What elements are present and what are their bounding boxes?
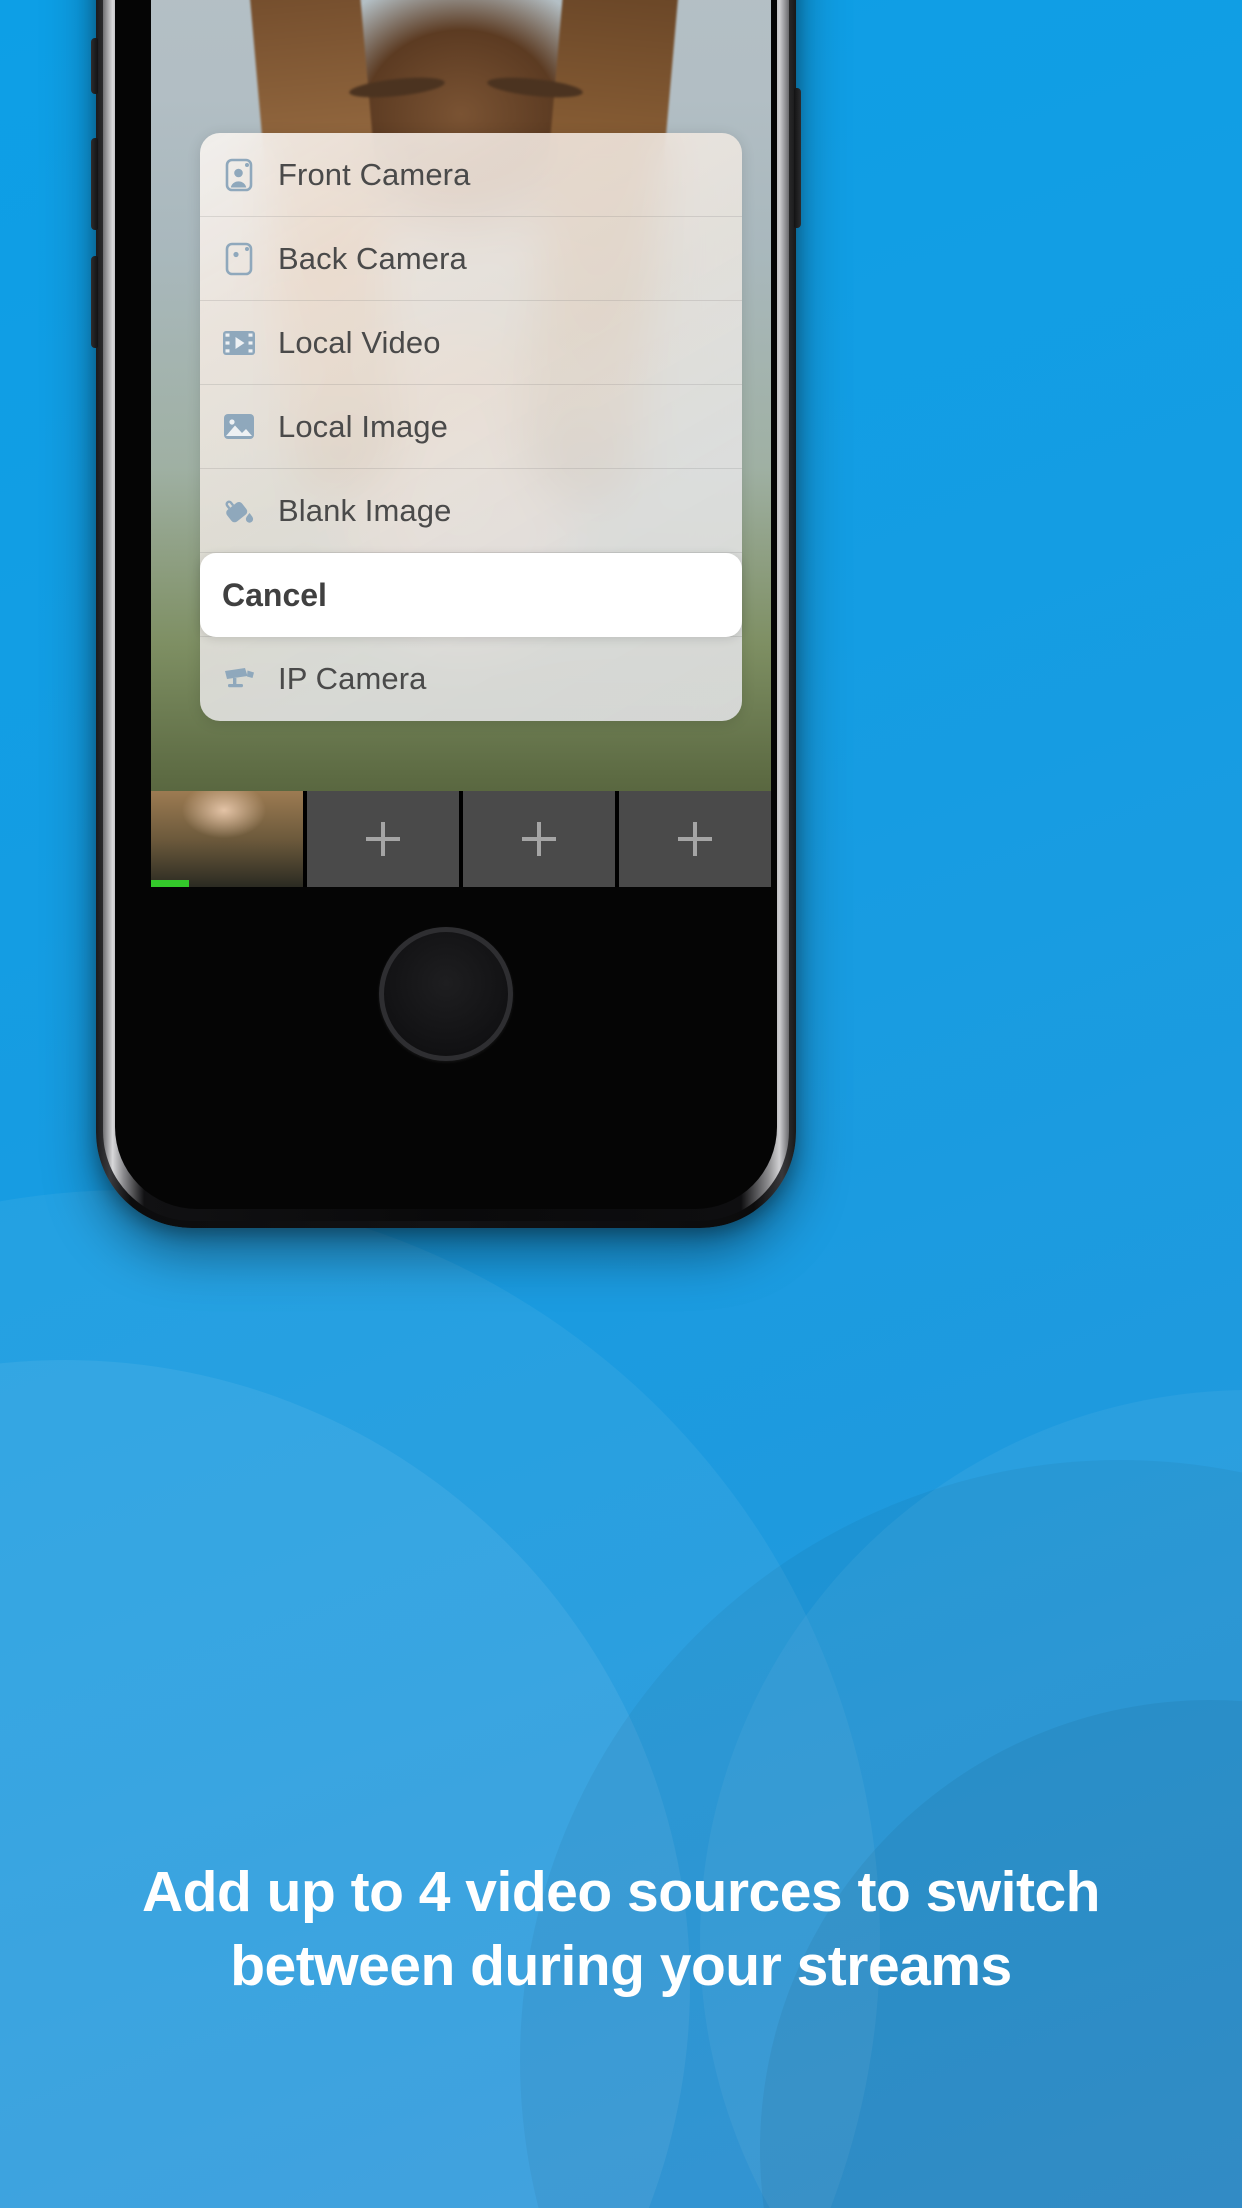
sheet-item-ip-camera[interactable]: IP Camera bbox=[200, 637, 742, 721]
sheet-item-blank-image[interactable]: Blank Image bbox=[200, 469, 742, 553]
sheet-item-local-image[interactable]: Local Image bbox=[200, 385, 742, 469]
plus-icon bbox=[366, 822, 400, 856]
sheet-item-label: IP Camera bbox=[278, 661, 427, 696]
caption-line-1: Add up to 4 video sources to switch bbox=[142, 1860, 1100, 1924]
phone-face: Front Camera Back Camera Local Video Loc… bbox=[115, 0, 777, 1209]
cancel-button[interactable]: Cancel bbox=[200, 553, 742, 637]
thumbnail-slot-add-2[interactable] bbox=[307, 791, 463, 887]
phone-bezel: Front Camera Back Camera Local Video Loc… bbox=[103, 0, 789, 1221]
plus-icon bbox=[678, 822, 712, 856]
sheet-item-label: Back Camera bbox=[278, 240, 467, 276]
sheet-item-label: Local Image bbox=[278, 408, 448, 444]
film-video-icon bbox=[222, 324, 256, 362]
sheet-item-label: Local Video bbox=[278, 324, 441, 360]
sheet-item-label: Blank Image bbox=[278, 492, 452, 528]
volume-up-button[interactable] bbox=[91, 138, 98, 230]
phone-mockup: Front Camera Back Camera Local Video Loc… bbox=[91, 0, 801, 1228]
home-button[interactable] bbox=[379, 927, 513, 1061]
volume-down-button[interactable] bbox=[91, 256, 98, 348]
promo-caption: Add up to 4 video sources to switch betw… bbox=[0, 1855, 1242, 2003]
power-button[interactable] bbox=[794, 88, 801, 228]
ip-camera-icon bbox=[222, 660, 256, 698]
back-camera-icon bbox=[222, 240, 256, 278]
thumbnail-slot-add-4[interactable] bbox=[619, 791, 771, 887]
phone-screen: Front Camera Back Camera Local Video Loc… bbox=[151, 0, 771, 887]
photo-image-icon bbox=[222, 408, 256, 446]
paint-bucket-icon bbox=[222, 492, 256, 530]
thumbnail-slot-add-3[interactable] bbox=[463, 791, 619, 887]
sheet-item-local-video[interactable]: Local Video bbox=[200, 301, 742, 385]
mute-switch[interactable] bbox=[91, 38, 98, 94]
sheet-item-front-camera[interactable]: Front Camera bbox=[200, 133, 742, 217]
recording-progress-bar bbox=[151, 880, 189, 887]
video-source-thumbnail-strip bbox=[151, 791, 771, 887]
thumbnail-slot-live[interactable] bbox=[151, 791, 307, 887]
sheet-item-back-camera[interactable]: Back Camera bbox=[200, 217, 742, 301]
front-camera-icon bbox=[222, 156, 256, 194]
caption-line-2: between during your streams bbox=[230, 1934, 1012, 1999]
cancel-button-label: Cancel bbox=[222, 576, 327, 613]
sheet-item-label: Front Camera bbox=[278, 156, 471, 192]
plus-icon bbox=[522, 822, 556, 856]
